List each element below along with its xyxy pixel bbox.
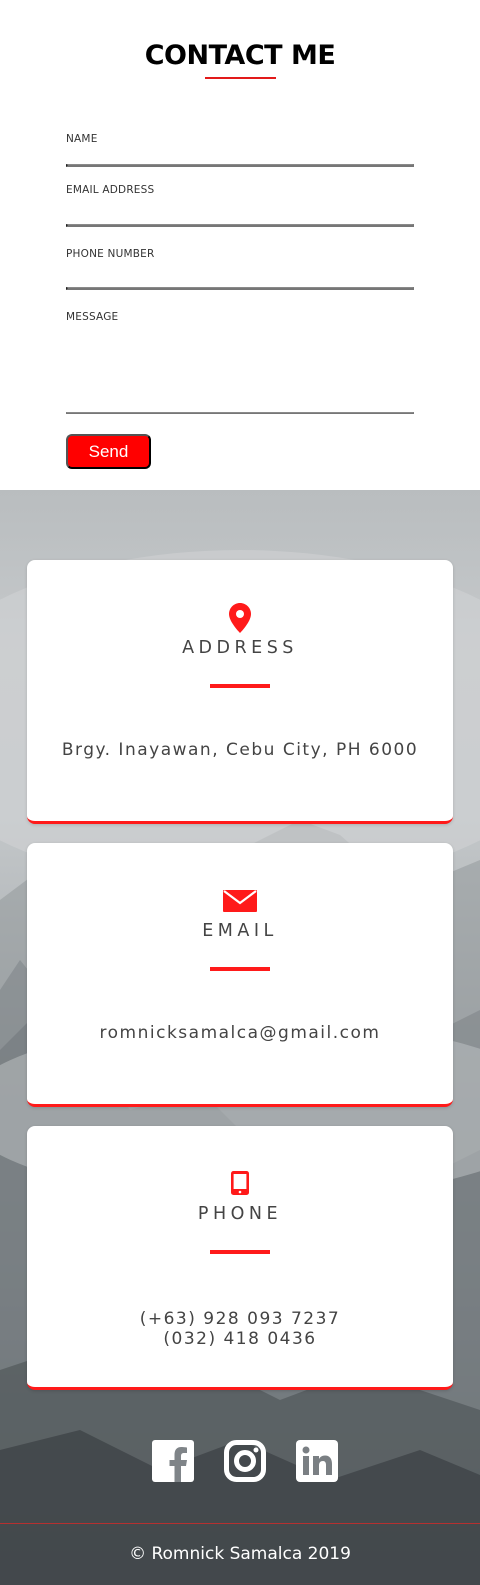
email-card: EMAIL romnicksamalca@gmail.com [27, 843, 453, 1107]
contact-form-section: CONTACT ME NAME EMAIL ADDRESS PHONE NUMB… [0, 0, 480, 490]
address-divider [210, 684, 270, 688]
linkedin-icon[interactable] [296, 1440, 338, 1482]
envelope-icon [27, 890, 453, 912]
message-field[interactable] [66, 412, 414, 414]
phone-field[interactable] [66, 287, 414, 290]
email-divider [210, 967, 270, 971]
email-title: EMAIL [202, 921, 278, 941]
message-label: MESSAGE [66, 311, 119, 323]
facebook-icon[interactable] [152, 1440, 194, 1482]
phone-card: PHONE (+63) 928 093 7237 (032) 418 0436 [27, 1126, 453, 1390]
phone-title: PHONE [197, 1204, 283, 1224]
instagram-icon[interactable] [224, 1440, 266, 1482]
address-card: ADDRESS Brgy. Inayawan, Cebu City, PH 60… [27, 560, 453, 824]
phone-number-landline[interactable]: (032) 418 0436 [27, 1329, 453, 1349]
email-label: EMAIL ADDRESS [66, 184, 155, 196]
name-field[interactable] [66, 164, 414, 167]
phone-label: PHONE NUMBER [66, 248, 155, 260]
page-title: CONTACT ME [144, 40, 336, 71]
title-underline [205, 77, 276, 79]
footer-divider [0, 1523, 480, 1524]
address-title: ADDRESS [182, 638, 298, 658]
address-text: Brgy. Inayawan, Cebu City, PH 6000 [61, 740, 419, 760]
email-field[interactable] [66, 224, 414, 227]
phone-divider [210, 1250, 270, 1254]
phone-number-mobile[interactable]: (+63) 928 093 7237 [27, 1309, 453, 1329]
footer-copyright: © Romnick Samalca 2019 [129, 1544, 351, 1564]
email-text[interactable]: romnicksamalca@gmail.com [27, 1023, 453, 1043]
send-button[interactable]: Send [66, 434, 151, 469]
map-pin-icon [27, 603, 453, 633]
mobile-phone-icon [27, 1171, 453, 1195]
name-label: NAME [66, 133, 98, 145]
